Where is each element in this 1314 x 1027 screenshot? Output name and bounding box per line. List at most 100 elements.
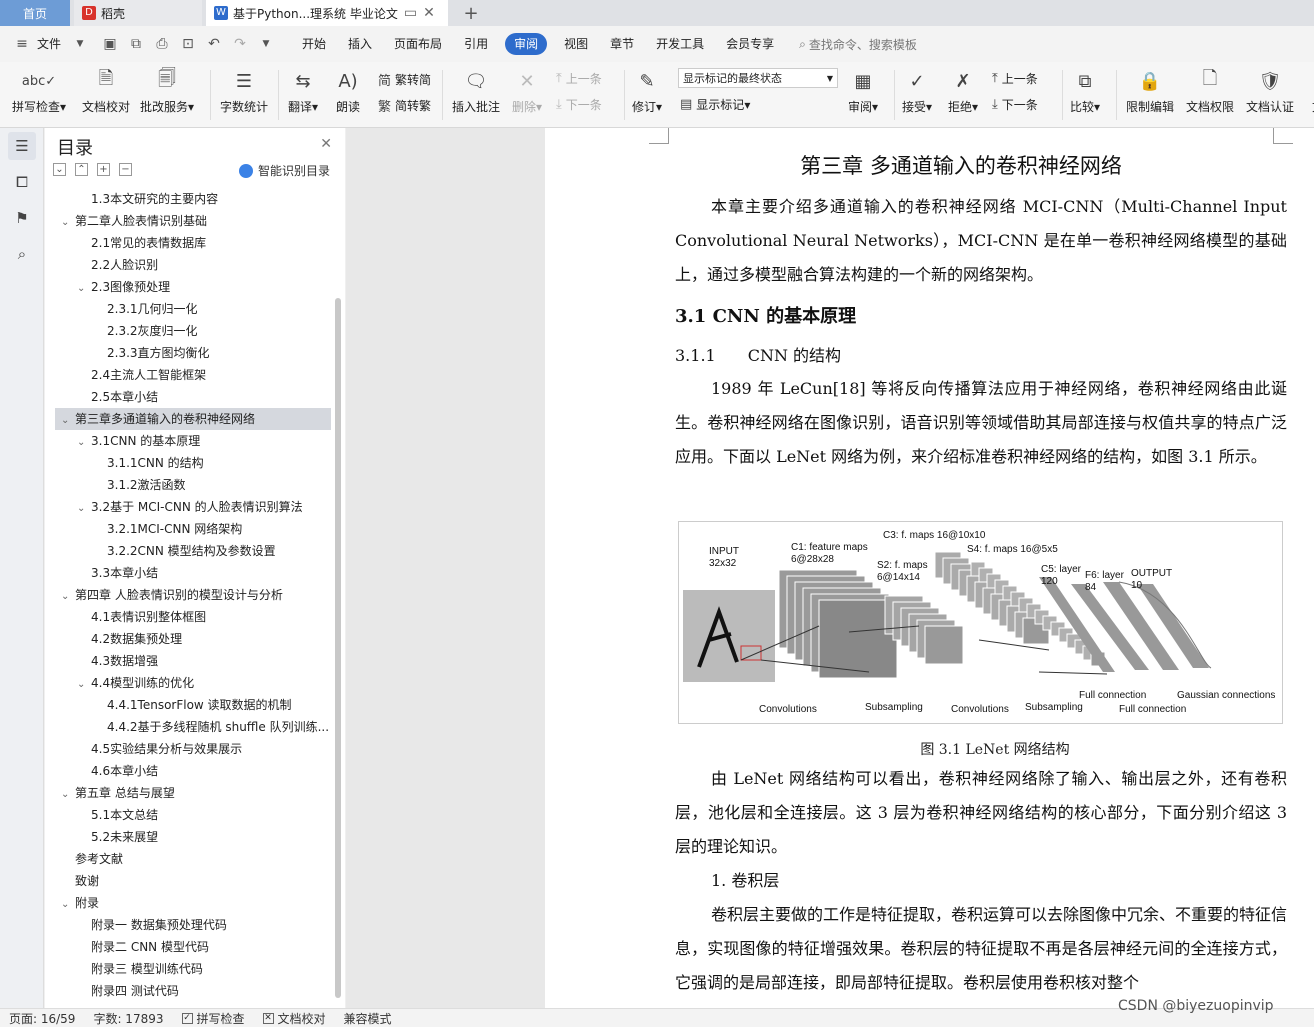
toc-item[interactable]: ⌄ 第三章多通道输入的卷积神经网络 <box>55 408 331 430</box>
toc-item[interactable]: 4.3数据增强 <box>55 650 331 672</box>
toc-item[interactable]: 致谢 <box>55 870 331 892</box>
menu-view[interactable]: 视图 <box>553 33 599 55</box>
toc-item[interactable]: 4.4.1TensorFlow 读取数据的机制 <box>55 694 331 716</box>
toc-panel-icon[interactable]: ☰ <box>8 132 36 160</box>
file-menu[interactable]: 文件 <box>35 33 72 55</box>
search-icon[interactable]: ⌕ <box>8 240 36 268</box>
delete-comment-button[interactable]: ✕ 删除▾ <box>512 66 542 115</box>
document-certify-button[interactable]: 🛡 文档认证 <box>1246 66 1294 115</box>
next-change-button[interactable]: ⤓ 下一条 <box>992 96 1038 113</box>
page-indicator[interactable]: 页面: 16/59 <box>0 1010 84 1027</box>
prev-change-button[interactable]: ⤒ 上一条 <box>992 70 1038 87</box>
toc-item[interactable]: ⌄ 第四章 人脸表情识别的模型设计与分析 <box>55 584 331 606</box>
spell-check-button[interactable]: abc✓ 拼写检查▾ <box>12 66 66 115</box>
menu-start[interactable]: 开始 <box>291 33 337 55</box>
tab-docer[interactable]: D 稻壳 <box>74 0 202 26</box>
ribbon-overflow-button[interactable]: 文 <box>1304 66 1314 115</box>
customize-icon[interactable]: ▼ <box>256 34 276 54</box>
chevron-down-icon[interactable]: ⌄ <box>77 278 91 298</box>
collapse-all-icon[interactable]: ⌄ <box>53 163 66 176</box>
toc-item[interactable]: ⌄ 第五章 总结与展望 <box>55 782 331 804</box>
word-count-indicator[interactable]: 字数: 17893 <box>84 1010 172 1027</box>
review-pane-button[interactable]: ▦ 审阅▾ <box>848 66 878 115</box>
toc-item[interactable]: 5.2未来展望 <box>55 826 331 848</box>
remove-heading-icon[interactable]: − <box>119 163 132 176</box>
traditional-to-simplified-button[interactable]: 简繁转简 <box>378 70 431 89</box>
chevron-down-icon[interactable]: ⌄ <box>77 498 91 518</box>
print-icon[interactable]: ⎙ <box>152 34 172 54</box>
monitor-icon[interactable]: ▭ <box>404 5 417 21</box>
simplified-to-traditional-button[interactable]: 繁简转繁 <box>378 96 431 115</box>
toc-item[interactable]: 2.3.3直方图均衡化 <box>55 342 331 364</box>
menu-layout[interactable]: 页面布局 <box>383 33 453 55</box>
bookmark-icon[interactable]: ⚑ <box>8 204 36 232</box>
chevron-down-icon[interactable]: ⌄ <box>61 212 75 232</box>
toc-item[interactable]: 4.2数据集预处理 <box>55 628 331 650</box>
toc-item[interactable]: 4.5实验结果分析与效果展示 <box>55 738 331 760</box>
toc-item[interactable]: ⌄ 2.3图像预处理 <box>55 276 331 298</box>
toc-item[interactable]: 2.3.1几何归一化 <box>55 298 331 320</box>
smart-toc-button[interactable]: 智能识别目录 <box>238 162 330 179</box>
close-tab-icon[interactable]: ✕ <box>423 5 435 21</box>
document-permission-button[interactable]: 🗋 文档权限 <box>1186 66 1234 115</box>
chevron-down-icon[interactable]: ⌄ <box>61 410 75 430</box>
chevron-down-icon[interactable]: ⌄ <box>61 586 75 606</box>
toc-item[interactable]: ⌄ 第二章人脸表情识别基础 <box>55 210 331 232</box>
chapter-panel-icon[interactable]: ⧠ <box>8 168 36 196</box>
toc-item[interactable]: ⌄ 3.2基于 MCI-CNN 的人脸表情识别算法 <box>55 496 331 518</box>
toc-item[interactable]: 3.1.2激活函数 <box>55 474 331 496</box>
toc-item[interactable]: 2.4主流人工智能框架 <box>55 364 331 386</box>
menu-member[interactable]: 会员专享 <box>715 33 785 55</box>
toc-item[interactable]: 附录三 模型训练代码 <box>55 958 331 980</box>
toc-item[interactable]: 附录二 CNN 模型代码 <box>55 936 331 958</box>
toc-item[interactable]: 4.4.2基于多线程随机 shuffle 队列训练... <box>55 716 331 738</box>
toc-item[interactable]: 3.3本章小结 <box>55 562 331 584</box>
batch-service-button[interactable]: 🗐 批改服务▾ <box>140 66 194 115</box>
accept-button[interactable]: ✓ 接受▾ <box>902 66 932 115</box>
redo-icon[interactable]: ↷ <box>230 34 250 54</box>
chevron-down-icon[interactable]: ⌄ <box>61 894 75 914</box>
toc-item[interactable]: 2.3.2灰度归一化 <box>55 320 331 342</box>
insert-comment-button[interactable]: 🗨 插入批注 <box>452 66 500 115</box>
save-icon[interactable]: ▣ <box>100 34 120 54</box>
toc-item[interactable]: ⌄ 3.1CNN 的基本原理 <box>55 430 331 452</box>
toc-scroll-thumb[interactable] <box>335 298 341 998</box>
status-spell-check[interactable]: ✓ 拼写检查 <box>173 1010 254 1027</box>
document-page[interactable]: 第三章 多通道输入的卷积神经网络 本章主要介绍多通道输入的卷积神经网络 MCI-… <box>545 128 1314 1008</box>
toc-item[interactable]: ⌄ 4.4模型训练的优化 <box>55 672 331 694</box>
chevron-down-icon[interactable]: ⌄ <box>77 432 91 452</box>
toc-item[interactable]: 参考文献 <box>55 848 331 870</box>
toc-item[interactable]: 5.1本文总结 <box>55 804 331 826</box>
export-icon[interactable]: ⧉ <box>126 34 146 54</box>
prev-comment-button[interactable]: ⤒ 上一条 <box>556 70 602 87</box>
menu-reference[interactable]: 引用 <box>453 33 499 55</box>
menu-developer[interactable]: 开发工具 <box>645 33 715 55</box>
track-changes-button[interactable]: ✎ 修订▾ <box>632 66 662 115</box>
toc-item[interactable]: 3.1.1CNN 的结构 <box>55 452 331 474</box>
reject-button[interactable]: ✗ 拒绝▾ <box>948 66 978 115</box>
hamburger-icon[interactable]: ≡ <box>12 34 32 54</box>
markup-mode-select[interactable]: 显示标记的最终状态 ▼ <box>678 68 838 88</box>
toc-item[interactable]: 4.6本章小结 <box>55 760 331 782</box>
toc-item[interactable]: 2.5本章小结 <box>55 386 331 408</box>
toc-scrollbar[interactable] <box>331 128 345 1008</box>
chevron-down-icon[interactable]: ⌄ <box>61 784 75 804</box>
menu-chapter[interactable]: 章节 <box>599 33 645 55</box>
next-comment-button[interactable]: ⤓ 下一条 <box>556 96 602 113</box>
proofread-button[interactable]: 🗎 文档校对 <box>82 66 130 115</box>
restrict-editing-button[interactable]: 🔒 限制编辑 <box>1126 66 1174 115</box>
toc-item[interactable]: 2.2人脸识别 <box>55 254 331 276</box>
toc-item[interactable]: 3.2.2CNN 模型结构及参数设置 <box>55 540 331 562</box>
status-proofread[interactable]: ✕ 文档校对 <box>254 1010 335 1027</box>
new-tab-icon[interactable]: + <box>456 0 486 26</box>
menu-review[interactable]: 审阅 <box>505 33 548 55</box>
word-count-button[interactable]: ☰ 字数统计 <box>220 66 268 115</box>
toc-item[interactable]: 2.1常见的表情数据库 <box>55 232 331 254</box>
toc-item[interactable]: 附录一 数据集预处理代码 <box>55 914 331 936</box>
compare-button[interactable]: ⧉ 比较▾ <box>1070 66 1100 115</box>
undo-icon[interactable]: ↶ <box>204 34 224 54</box>
chevron-down-icon[interactable]: ⌄ <box>77 674 91 694</box>
read-aloud-button[interactable]: A) 朗读 <box>334 66 362 115</box>
tab-home[interactable]: 首页 <box>0 0 70 26</box>
toc-item[interactable]: 3.2.1MCI-CNN 网络架构 <box>55 518 331 540</box>
